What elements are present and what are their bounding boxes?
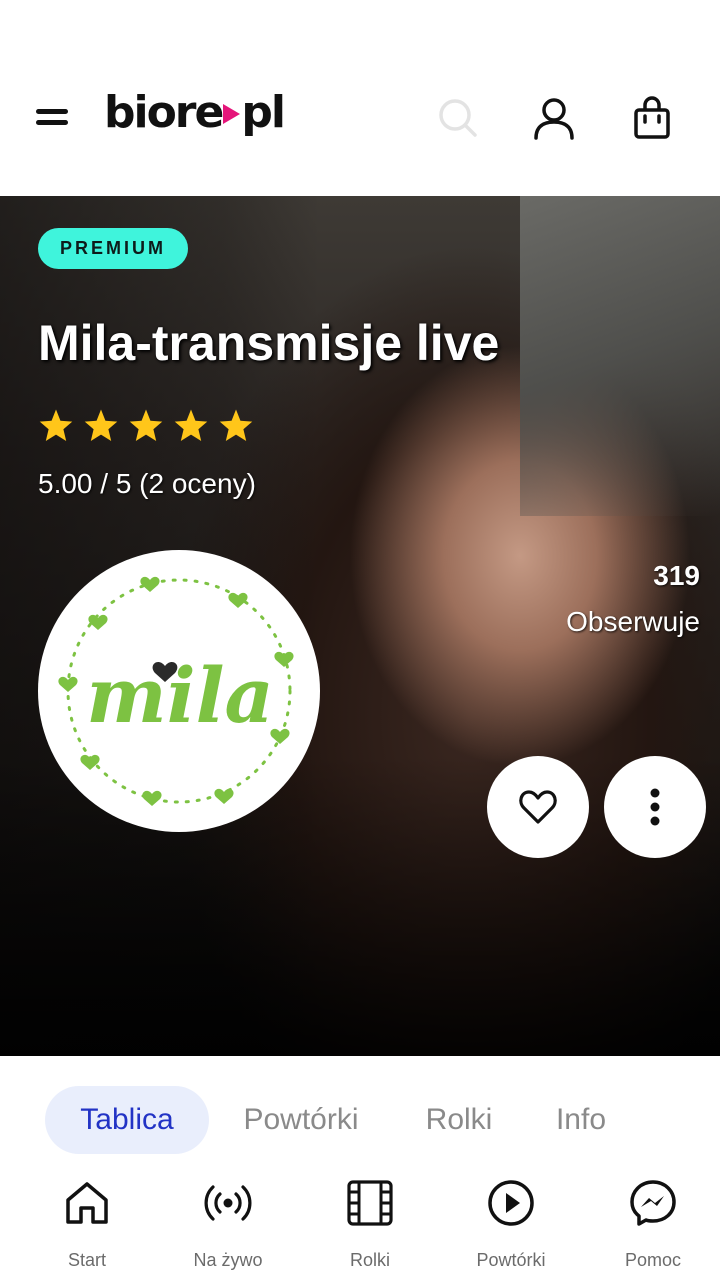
tab-rolki[interactable]: Rolki bbox=[410, 1086, 508, 1154]
logo-play-icon bbox=[223, 104, 241, 124]
film-reel-icon bbox=[347, 1180, 393, 1226]
mila-logo: mila bbox=[58, 576, 294, 806]
nav-pomoc[interactable]: Pomoc bbox=[588, 1178, 718, 1271]
heart-icon bbox=[519, 790, 557, 824]
nav-label: Start bbox=[67, 1250, 106, 1270]
tab-tablica[interactable]: Tablica bbox=[45, 1086, 209, 1154]
nav-powtorki[interactable]: Powtórki bbox=[446, 1178, 576, 1271]
star-icon bbox=[174, 409, 208, 441]
star-icon bbox=[84, 409, 118, 441]
star-icon bbox=[219, 409, 253, 441]
followers-label: Obserwuje bbox=[566, 606, 700, 637]
followers-counter: 319 Obserwuje bbox=[566, 560, 700, 638]
avatar-text: mila bbox=[86, 651, 273, 740]
logo[interactable]: biore pl bbox=[104, 84, 286, 140]
tab-info[interactable]: Info bbox=[540, 1086, 622, 1154]
star-icon bbox=[39, 409, 73, 441]
more-vertical-icon bbox=[650, 788, 660, 826]
nav-rolki[interactable]: Rolki bbox=[305, 1178, 435, 1271]
messenger-icon bbox=[630, 1180, 676, 1226]
nav-na-zywo[interactable]: Na żywo bbox=[163, 1178, 293, 1271]
tab-powtorki[interactable]: Powtórki bbox=[224, 1086, 378, 1154]
star-rating bbox=[38, 408, 254, 442]
more-options-button[interactable] bbox=[604, 756, 706, 858]
logo-suffix: pl bbox=[241, 86, 286, 138]
premium-badge: PREMIUM bbox=[38, 228, 188, 269]
background-photo bbox=[520, 196, 720, 516]
nav-label: Pomoc bbox=[624, 1250, 682, 1270]
menu-icon[interactable] bbox=[36, 106, 70, 128]
profile-hero: PREMIUM Mila-transmisje live 5.00 / 5 (2… bbox=[0, 196, 720, 1056]
shopping-bag-icon[interactable] bbox=[628, 94, 676, 142]
user-icon[interactable] bbox=[530, 94, 578, 142]
bottom-navigation: Start Na żywo Rolki Powtórki Pomoc bbox=[0, 1168, 720, 1280]
profile-tabs: Tablica Powtórki Rolki Info bbox=[0, 1056, 720, 1168]
home-icon bbox=[66, 1182, 108, 1224]
search-icon[interactable] bbox=[434, 94, 482, 142]
nav-label: Powtórki bbox=[476, 1250, 546, 1270]
favorite-button[interactable] bbox=[487, 756, 589, 858]
avatar[interactable]: mila bbox=[38, 550, 320, 832]
app-header: biore pl bbox=[0, 0, 720, 196]
nav-label: Na żywo bbox=[193, 1250, 263, 1270]
star-icon bbox=[129, 409, 163, 441]
channel-title: Mila-transmisje live bbox=[38, 315, 500, 371]
nav-label: Rolki bbox=[349, 1250, 390, 1270]
followers-count: 319 bbox=[653, 560, 700, 591]
play-circle-icon bbox=[488, 1180, 534, 1226]
nav-start[interactable]: Start bbox=[22, 1178, 152, 1271]
live-broadcast-icon bbox=[204, 1185, 252, 1221]
rating-text: 5.00 / 5 (2 oceny) bbox=[38, 468, 256, 499]
logo-main: biore bbox=[104, 86, 224, 138]
